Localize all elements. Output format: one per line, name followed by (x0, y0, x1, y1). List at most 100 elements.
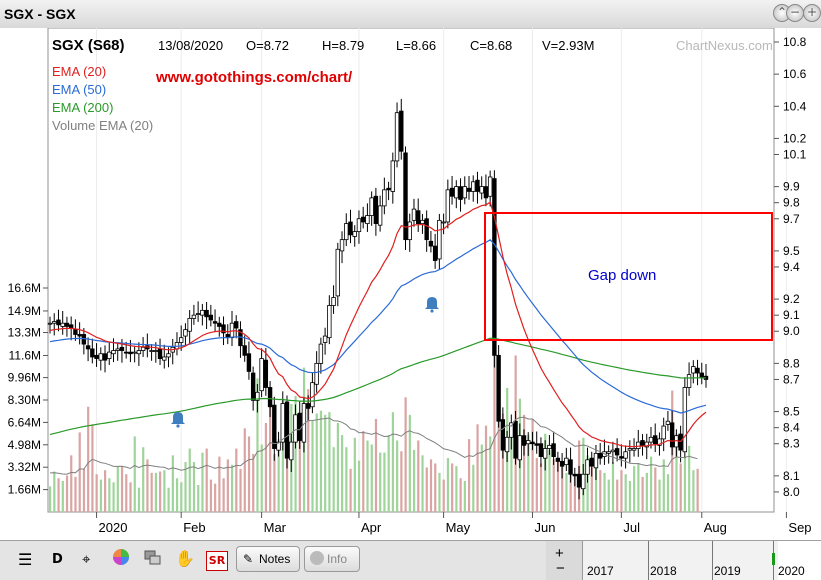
candle-body (623, 451, 628, 459)
gap-down-label: Gap down (588, 267, 656, 284)
zoom-control[interactable]: + − (546, 541, 583, 580)
volume-bar (319, 410, 323, 512)
candle-body (318, 343, 324, 364)
volume-bar (353, 437, 356, 512)
candle-body (322, 335, 328, 343)
volume-bar (455, 466, 458, 512)
volume-bar (480, 444, 483, 512)
candle-body (377, 205, 383, 226)
maximize-button[interactable]: + (803, 4, 821, 22)
price-tick-label: 9.0 (783, 324, 800, 338)
candle-body (496, 354, 501, 422)
volume-bar (633, 466, 636, 512)
candle-body (360, 216, 366, 223)
volume-bar (463, 480, 466, 512)
timeline-navigator[interactable]: + − 2017 2018 2019 2020 (546, 541, 821, 580)
volume-bar (252, 453, 255, 512)
volume-tick-label: 14.9M (8, 304, 41, 318)
month-tick-label: Aug (704, 520, 727, 535)
candle-body (310, 382, 315, 408)
candle-body (73, 329, 78, 335)
volume-bar (408, 414, 411, 512)
candle-body (564, 457, 569, 466)
navigator-year: 2017 (587, 564, 614, 578)
volume-bar (446, 458, 450, 512)
legend-volume-ema: Volume EMA (20) (52, 118, 153, 133)
price-tick-label: 8.5 (783, 405, 800, 419)
volume-bar (552, 459, 555, 512)
volume-bar (171, 455, 174, 512)
candle-body (411, 208, 417, 221)
volume-bar (692, 470, 695, 512)
candle-body (593, 452, 599, 469)
candle-body (521, 435, 527, 446)
candle-body (195, 313, 201, 315)
volume-tick-label: 3.32M (8, 460, 41, 474)
candle-body (454, 186, 459, 199)
sr-button[interactable]: SR (206, 551, 228, 571)
candle-body (466, 187, 472, 192)
candle-body (631, 448, 637, 451)
candle-body (686, 374, 692, 388)
candle-body (280, 403, 285, 443)
volume-bar (620, 470, 623, 512)
zoom-out-icon[interactable]: − (556, 560, 565, 577)
candle-body (691, 366, 696, 374)
volume-bar (49, 486, 52, 512)
volume-bar (82, 468, 86, 512)
candle-body (136, 350, 142, 355)
color-wheel-icon[interactable] (112, 548, 130, 576)
candle-body (259, 358, 264, 392)
volume-bar (222, 478, 225, 512)
candle-body (542, 448, 548, 459)
candle-body (526, 440, 531, 445)
candle-body (52, 321, 57, 324)
volume-bar (616, 479, 619, 512)
candle-body (695, 367, 700, 374)
volume-bar (362, 431, 365, 512)
price-chart[interactable]: 10.8 10.6 10.4 10.2 10.1 9.9 9.8 9.7 9.5 9.4 9.2 9.… (0, 28, 821, 540)
volume-bar (61, 480, 64, 512)
volume-bar (324, 414, 327, 512)
volume-bar (336, 422, 339, 512)
info-button[interactable]: Info (304, 546, 360, 572)
volume-bar (230, 464, 234, 512)
hand-tool-icon[interactable]: ✋ (175, 549, 195, 577)
volume-bar (641, 476, 644, 512)
month-tick-label: Mar (264, 520, 287, 535)
candle-body (352, 231, 357, 237)
navigator-year: 2020 (778, 564, 805, 578)
candle-body (284, 401, 290, 459)
price-tick-label: 8.3 (783, 437, 800, 451)
volume-bar (95, 474, 98, 512)
candle-body (56, 319, 61, 326)
candle-body (589, 457, 594, 467)
candle-body (68, 324, 74, 329)
volume-bar (311, 420, 314, 512)
candle-body (335, 248, 340, 297)
volume-bar (201, 452, 204, 512)
period-button[interactable]: D (52, 552, 63, 580)
candle-body (208, 314, 214, 321)
price-tick-label: 8.7 (783, 372, 800, 386)
bar-date: 13/08/2020 (158, 38, 223, 53)
price-tick-label: 9.7 (783, 212, 800, 226)
candle-body (369, 197, 374, 216)
notes-button[interactable]: ✎ Notes (236, 546, 300, 572)
symbol-title: SGX (S68) (52, 37, 125, 54)
layers-icon[interactable] (143, 549, 163, 577)
crosshair-icon[interactable]: ⌖ (82, 550, 90, 578)
volume-tick-label: 4.98M (8, 438, 41, 452)
candle-body (119, 346, 125, 351)
minimize-button[interactable]: − (786, 4, 804, 22)
volume-bar (688, 445, 691, 512)
volume-bar (607, 479, 610, 512)
menu-icon[interactable]: ☰ (18, 550, 32, 578)
candle-body (437, 219, 442, 260)
candle-body (183, 329, 188, 337)
volume-bar (459, 478, 462, 512)
legend-ema200: EMA (200) (52, 100, 113, 115)
price-tick-label: 8.0 (783, 485, 800, 499)
candle-body (64, 322, 70, 327)
candle-body (153, 350, 159, 352)
